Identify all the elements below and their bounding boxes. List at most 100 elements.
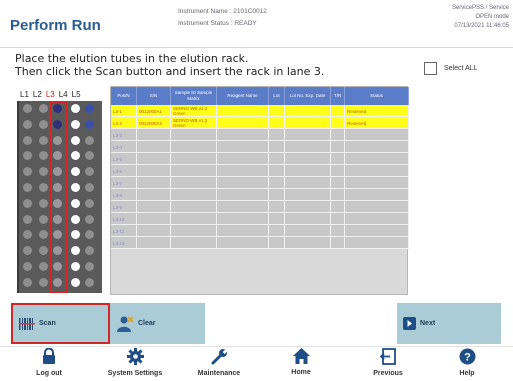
- col-status: Status: [345, 87, 409, 105]
- cell-sn: [137, 165, 171, 177]
- cell-exp: [285, 153, 331, 165]
- footer-home-label: Home: [291, 369, 311, 376]
- next-button[interactable]: Next: [397, 303, 501, 344]
- cell-pos: L3-4: [111, 141, 137, 153]
- footer-home[interactable]: Home: [261, 348, 341, 376]
- rack-tube-slot: [39, 230, 48, 240]
- cell-exp: [285, 201, 331, 213]
- cell-status: [345, 153, 409, 165]
- chevron-right-icon: [403, 317, 416, 330]
- table-row[interactable]: L3-9: [111, 201, 409, 213]
- instructions: Place the elution tubes in the elution r…: [15, 52, 324, 78]
- cell-pos: L3-8: [111, 189, 137, 201]
- footer-logout[interactable]: Log out: [9, 347, 89, 377]
- rack-tube-slot: [85, 230, 94, 240]
- table-row[interactable]: L3-3: [111, 129, 409, 141]
- rack-tube-slot: [71, 151, 80, 161]
- footer-maintenance[interactable]: Maintenance: [179, 348, 259, 377]
- rack-tube-slot: [71, 135, 80, 145]
- footer-system-settings[interactable]: System Settings: [95, 348, 175, 377]
- cell-exp: [285, 189, 331, 201]
- table-row[interactable]: L3-6: [111, 165, 409, 177]
- cell-status: [345, 189, 409, 201]
- help-icon: ?: [427, 348, 507, 367]
- table-row[interactable]: L3-12: [111, 237, 409, 249]
- cell-reagent: [217, 225, 269, 237]
- table-row[interactable]: L3-8: [111, 189, 409, 201]
- table-row[interactable]: L3-2 0012000A2 SERNO WB v1.2 Green Reserved: [111, 117, 409, 129]
- instrument-info: Instrument Name : 2101C0012 Instrument S…: [178, 6, 267, 30]
- rack-tube-slot: [39, 277, 48, 287]
- cell-pos: L3-12: [111, 237, 137, 249]
- cell-lot: [269, 153, 285, 165]
- cell-status: [345, 201, 409, 213]
- rack-tube-slot: [39, 104, 48, 113]
- rack-tube-slot: [39, 151, 48, 161]
- cell-status: [345, 237, 409, 249]
- cell-sample: SERNO WB v1.2 Green: [171, 117, 217, 129]
- cell-status: Reserved: [345, 117, 409, 129]
- cell-sample: [171, 141, 217, 153]
- cell-reagent: [217, 141, 269, 153]
- col-sn: S/N: [137, 87, 171, 105]
- cell-sample: SERNO WB v1.2 Green: [171, 105, 217, 117]
- table-row[interactable]: L3-11: [111, 225, 409, 237]
- cell-sample: [171, 225, 217, 237]
- cell-exp: [285, 225, 331, 237]
- rack-tube-slot: [23, 262, 32, 271]
- cell-pos: L3-10: [111, 213, 137, 225]
- clear-button[interactable]: Clear: [110, 303, 205, 344]
- cell-reagent: [217, 105, 269, 117]
- table-row[interactable]: L3-7: [111, 177, 409, 189]
- header-divider: [0, 47, 513, 48]
- select-all-checkbox[interactable]: [424, 62, 437, 75]
- table-row[interactable]: L3-10: [111, 213, 409, 225]
- footer-help-label: Help: [459, 370, 475, 377]
- rack-tube-slot: [71, 230, 80, 240]
- rack-tube-slot: [71, 167, 80, 177]
- cell-pos: L3-7: [111, 177, 137, 189]
- rack-tube-slot: [23, 214, 32, 224]
- svg-text:?: ?: [464, 352, 471, 364]
- next-button-label: Next: [420, 320, 436, 327]
- cell-sn: [137, 237, 171, 249]
- mode-indicator: OPEN mode: [475, 14, 509, 20]
- cell-pos: L3-9: [111, 201, 137, 213]
- select-all[interactable]: Select ALL: [424, 62, 477, 75]
- rack-tube-slot: [71, 214, 80, 224]
- cell-sample: [171, 201, 217, 213]
- table-row[interactable]: L3-4: [111, 141, 409, 153]
- cell-lot: [269, 201, 285, 213]
- cell-tr: [331, 153, 345, 165]
- cell-pos: L3-11: [111, 225, 137, 237]
- cell-exp: [285, 165, 331, 177]
- footer-previous[interactable]: Previous: [348, 348, 428, 377]
- rack-tube-slot: [39, 167, 48, 177]
- scan-button[interactable]: Scan: [11, 303, 110, 344]
- cell-exp: [285, 237, 331, 249]
- rack-tube-slot: [23, 277, 32, 287]
- rack-tube-slot: [85, 135, 94, 145]
- table-row[interactable]: L3-5: [111, 153, 409, 165]
- instrument-status: Instrument Status : READY: [178, 20, 257, 27]
- service-user: ServicePSS / Service: [451, 5, 509, 11]
- rack-tube-slot: [23, 198, 32, 208]
- cell-status: Reserved: [345, 105, 409, 117]
- cell-tr: [331, 141, 345, 153]
- datetime: 07/13/2021 11:46:05: [454, 23, 509, 29]
- sample-table: Pos/N S/N Sample ID Sample Matrix Reagen…: [110, 86, 409, 295]
- footer-logout-label: Log out: [36, 370, 62, 377]
- rack-tube-slot: [71, 119, 80, 129]
- rack-tube-slot: [23, 167, 32, 177]
- table-row[interactable]: L3-1 0012000A1 SERNO WB v1.2 Green Reserved: [111, 105, 409, 117]
- gear-icon: [95, 348, 175, 367]
- rack-tube-slot: [71, 262, 80, 271]
- cell-status: [345, 213, 409, 225]
- rack-tube-slot: [71, 104, 80, 113]
- footer-help[interactable]: ? Help: [427, 348, 507, 377]
- barcode-scan-icon: [19, 317, 35, 330]
- rack-tube-slot: [71, 246, 80, 256]
- cell-pos: L3-5: [111, 153, 137, 165]
- col-pos: Pos/N: [111, 87, 137, 105]
- table-header: Pos/N S/N Sample ID Sample Matrix Reagen…: [111, 87, 409, 105]
